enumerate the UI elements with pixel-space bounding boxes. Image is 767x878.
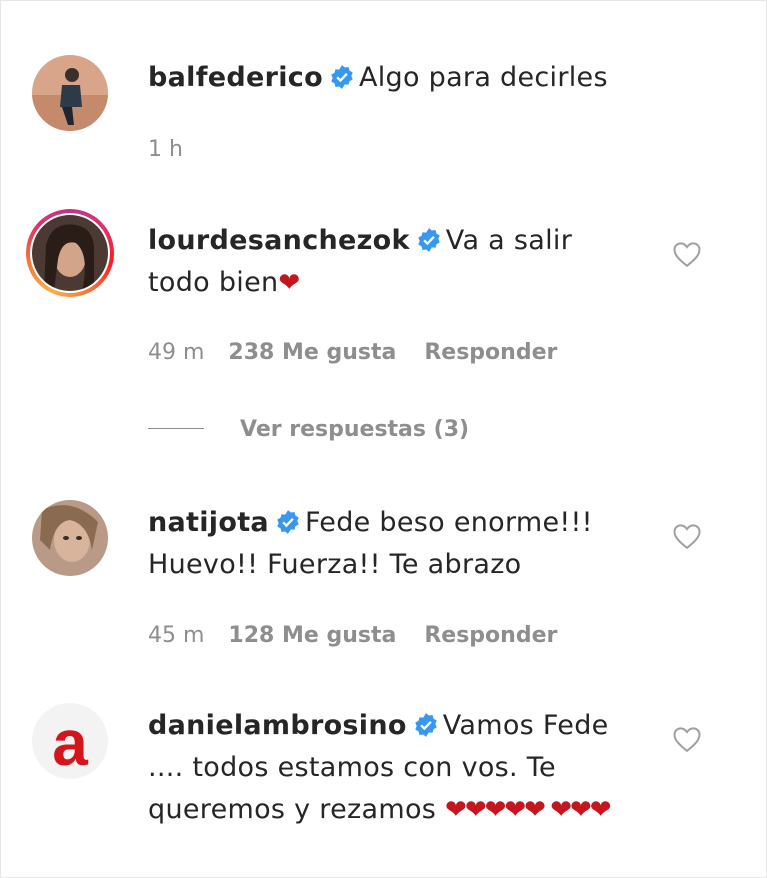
post-meta: 1 h: [148, 137, 207, 162]
post-username[interactable]: balfederico: [148, 62, 323, 93]
avatar-letter: a: [52, 707, 88, 779]
comment-time[interactable]: 49 m: [148, 340, 204, 365]
comment-username[interactable]: lourdesanchezok: [148, 225, 410, 256]
like-count[interactable]: 238 Me gusta: [228, 340, 396, 365]
replies-divider: [148, 428, 204, 429]
post-caption: balfederico Algo para decirles: [148, 57, 618, 99]
heart-emojis: ❤❤❤❤❤ ❤❤❤: [445, 795, 612, 825]
heart-outline-icon[interactable]: [672, 522, 702, 550]
verified-badge-icon: [418, 228, 440, 252]
heart-outline-icon[interactable]: [672, 240, 702, 268]
verified-badge-icon: [277, 510, 299, 534]
comment-username[interactable]: natijota: [148, 507, 269, 538]
comment-meta: 49 m 238 Me gusta Responder: [148, 340, 585, 365]
comment-text: lourdesanchezok Va a salir todo bien❤: [148, 220, 618, 304]
comment-time[interactable]: 45 m: [148, 623, 204, 648]
comment-meta: 45 m 128 Me gusta Responder: [148, 623, 585, 648]
heart-emoji: ❤: [278, 268, 300, 298]
heart-outline-icon[interactable]: [672, 725, 702, 753]
post-caption-text: Algo para decirles: [358, 62, 608, 93]
verified-badge-icon: [415, 713, 437, 737]
comment-username[interactable]: danielambrosino: [148, 710, 407, 741]
avatar-danielambrosino[interactable]: a: [32, 703, 108, 779]
view-replies-label[interactable]: Ver respuestas (3): [240, 417, 469, 442]
avatar-image: [32, 215, 108, 291]
post-time[interactable]: 1 h: [148, 137, 183, 162]
avatar-balfederico[interactable]: [32, 55, 108, 131]
verified-badge-icon: [331, 65, 353, 89]
reply-button[interactable]: Responder: [424, 623, 557, 648]
avatar-natijota[interactable]: [32, 500, 108, 576]
like-count[interactable]: 128 Me gusta: [228, 623, 396, 648]
avatar-lourdesanchezok[interactable]: [26, 209, 114, 297]
reply-button[interactable]: Responder: [424, 340, 557, 365]
view-replies[interactable]: Ver respuestas (3): [148, 417, 469, 442]
comment-text: danielambrosino Vamos Fede .... todos est…: [148, 705, 618, 831]
comment-text: natijota Fede beso enorme!!! Huevo!! Fuer…: [148, 502, 618, 586]
